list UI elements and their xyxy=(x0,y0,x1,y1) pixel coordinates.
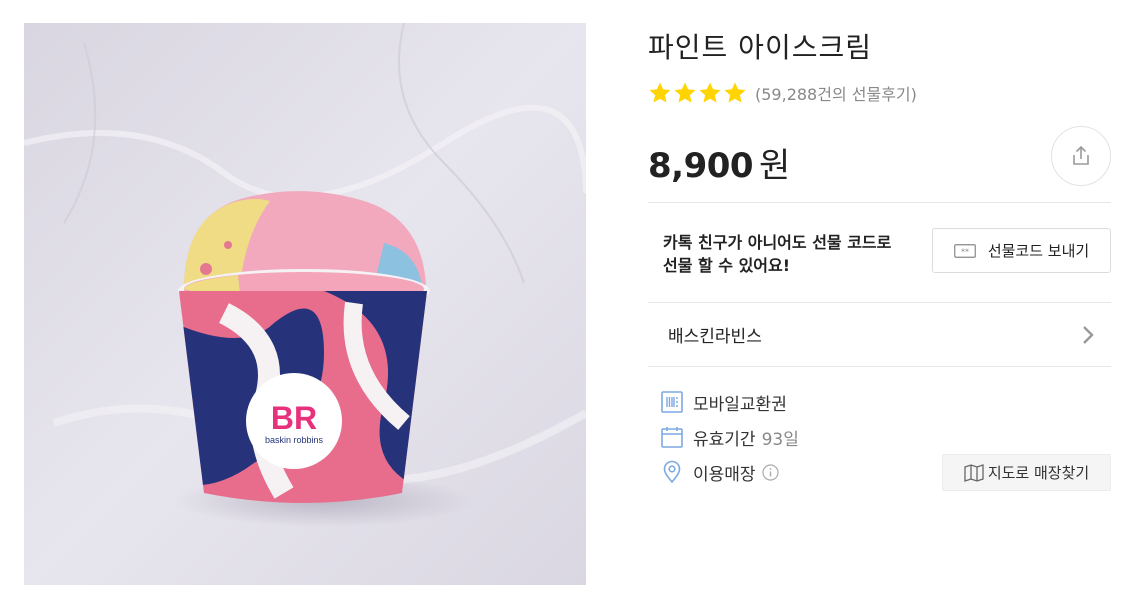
rating[interactable]: (59,288건의 선물후기) xyxy=(648,80,917,106)
star-icon xyxy=(724,82,746,103)
voucher-type-row: 모바일교환권 xyxy=(660,389,787,415)
calendar-icon xyxy=(660,425,684,449)
find-store-on-map-button[interactable]: 지도로 매장찾기 xyxy=(942,454,1111,491)
price: 8,900 원 xyxy=(648,138,790,187)
voucher-type-label: 모바일교환권 xyxy=(693,394,787,415)
brand-link[interactable]: 배스킨라빈스 xyxy=(648,303,1111,366)
review-count[interactable]: (59,288건의 선물후기) xyxy=(755,81,917,105)
validity-row: 유효기간 93일 xyxy=(660,424,799,450)
divider xyxy=(648,202,1111,203)
product-info: 파인트 아이스크림 (59,288건의 선물후기) 8,900 원 카톡 친구가 … xyxy=(648,0,1111,609)
chevron-right-icon xyxy=(1083,325,1094,344)
ice-cream-cup-illustration: BR baskin robbins xyxy=(24,23,586,585)
star-icon xyxy=(674,82,696,103)
share-button[interactable] xyxy=(1051,126,1111,186)
price-unit: 원 xyxy=(759,146,790,186)
star-icon xyxy=(699,82,721,103)
barcode-ticket-icon xyxy=(660,390,684,414)
svg-text:**: ** xyxy=(961,247,969,256)
gift-code-icon: ** xyxy=(953,243,976,258)
share-icon xyxy=(1073,145,1089,165)
star-rating xyxy=(648,81,747,105)
logo-text: baskin robbins xyxy=(265,435,324,445)
price-amount: 8,900 xyxy=(648,146,754,186)
gift-text-line1: 카톡 친구가 아니어도 선물 코드로 xyxy=(663,233,892,252)
star-icon xyxy=(649,82,671,103)
gift-code-description: 카톡 친구가 아니어도 선물 코드로 선물 할 수 있어요! xyxy=(663,231,943,277)
product-image: BR baskin robbins xyxy=(24,23,586,585)
divider xyxy=(648,366,1111,367)
validity-label: 유효기간 xyxy=(693,429,756,450)
store-row: 이용매장 xyxy=(660,459,779,485)
store-label: 이용매장 xyxy=(693,464,756,485)
location-pin-icon xyxy=(660,460,684,484)
send-gift-code-label: 선물코드 보내기 xyxy=(987,242,1090,260)
logo-mark: BR xyxy=(271,400,317,436)
gift-text-line2: 선물 할 수 있어요! xyxy=(663,256,791,275)
send-gift-code-button[interactable]: ** 선물코드 보내기 xyxy=(932,228,1111,273)
product-title: 파인트 아이스크림 xyxy=(648,31,872,64)
map-icon xyxy=(964,463,984,482)
validity-value: 93일 xyxy=(761,429,799,450)
find-store-on-map-label: 지도로 매장찾기 xyxy=(987,464,1090,482)
info-icon[interactable] xyxy=(761,463,779,481)
brand-name: 배스킨라빈스 xyxy=(668,327,762,347)
